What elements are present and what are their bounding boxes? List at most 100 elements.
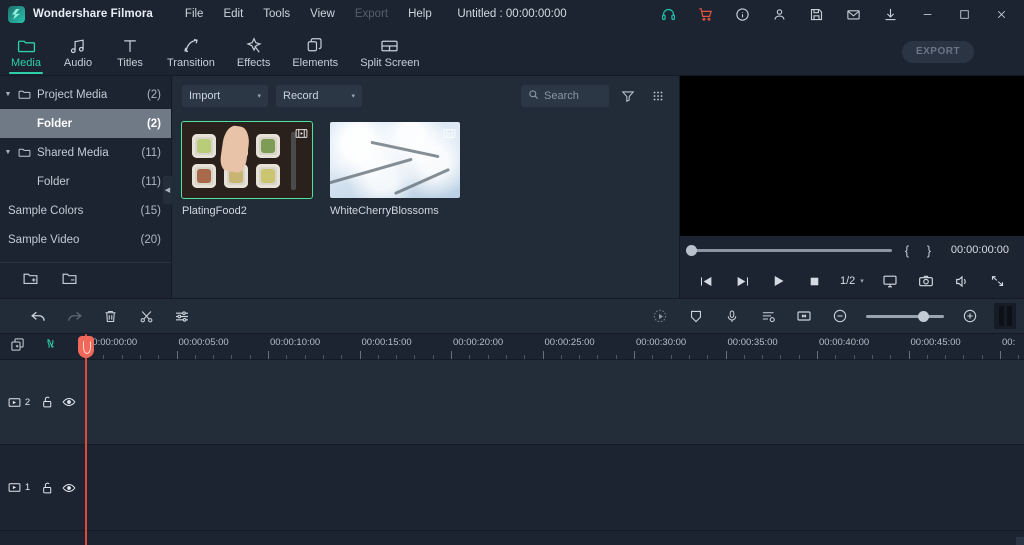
media-item-white-cherry-blossoms[interactable]: WhiteCherryBlossoms <box>330 122 460 217</box>
next-frame-button[interactable] <box>724 267 760 295</box>
track-clip-area[interactable] <box>78 445 1024 530</box>
playhead-handle[interactable] <box>78 336 94 358</box>
sidebar-item-project-folder[interactable]: Folder (2) <box>0 109 171 138</box>
title-bar: Wondershare Filmora File Edit Tools View… <box>0 0 1024 28</box>
zoom-out-button[interactable] <box>822 302 858 330</box>
render-bar-indicator[interactable] <box>994 303 1016 329</box>
chevron-down-icon[interactable]: ▼ <box>0 149 16 156</box>
sidebar-item-label: Folder <box>0 118 147 130</box>
screen-capture-button[interactable] <box>872 267 908 295</box>
media-thumbnail[interactable] <box>182 122 312 198</box>
play-button[interactable] <box>760 267 796 295</box>
audio-mixer-button[interactable] <box>750 302 786 330</box>
undo-button[interactable] <box>20 302 56 330</box>
info-icon[interactable] <box>724 0 761 28</box>
download-icon[interactable] <box>872 0 909 28</box>
voiceover-mic-button[interactable] <box>714 302 750 330</box>
add-folder-icon[interactable] <box>22 271 39 291</box>
sidebar-item-shared-media[interactable]: ▼ Shared Media (11) <box>0 138 171 167</box>
ruler-tick-minor <box>689 355 690 359</box>
chevron-down-icon[interactable]: ▼ <box>0 91 16 98</box>
mail-icon[interactable] <box>835 0 872 28</box>
headphone-support-icon[interactable] <box>650 0 687 28</box>
scrubber-handle[interactable] <box>686 245 697 256</box>
eye-icon[interactable] <box>60 391 78 413</box>
adjust-sliders-button[interactable] <box>164 302 200 330</box>
sidebar-item-label: Shared Media <box>37 147 141 159</box>
menu-edit[interactable]: Edit <box>213 4 253 24</box>
menu-view[interactable]: View <box>300 4 345 24</box>
sidebar-collapse-handle[interactable]: ◀ <box>163 176 172 204</box>
tab-split-screen[interactable]: Split Screen <box>349 28 430 76</box>
chevron-down-icon: ▾ <box>351 92 355 100</box>
media-thumbnail[interactable] <box>330 122 460 198</box>
timeline-zoom-slider[interactable] <box>866 315 944 318</box>
split-scissors-button[interactable] <box>128 302 164 330</box>
video-preview-screen[interactable] <box>680 76 1024 236</box>
tab-transition[interactable]: Transition <box>156 28 226 76</box>
split-screen-icon <box>380 35 399 54</box>
previous-frame-button[interactable] <box>688 267 724 295</box>
tab-audio[interactable]: Audio <box>52 28 104 76</box>
app-logo-area: Wondershare Filmora <box>0 6 153 23</box>
zoom-slider-handle[interactable] <box>918 311 929 322</box>
fit-timeline-button[interactable] <box>786 302 822 330</box>
eye-icon[interactable] <box>60 477 78 499</box>
tab-titles[interactable]: Titles <box>104 28 156 76</box>
remove-folder-icon[interactable] <box>61 271 78 291</box>
sidebar-item-sample-video[interactable]: Sample Video (20) <box>0 225 171 254</box>
zoom-in-button[interactable] <box>952 302 988 330</box>
timeline-ruler[interactable]: 00:00:00:0000:00:05:0000:00:10:0000:00:1… <box>78 334 1024 359</box>
sparkle-icon <box>245 35 263 54</box>
mark-in-button[interactable]: { <box>900 243 914 258</box>
shopping-cart-icon[interactable] <box>687 0 724 28</box>
unlock-icon[interactable] <box>38 477 56 499</box>
ruler-tick-minor <box>927 355 928 359</box>
ruler-tick-major <box>451 351 452 359</box>
menu-tools[interactable]: Tools <box>253 4 300 24</box>
delete-button[interactable] <box>92 302 128 330</box>
timeline-track-1[interactable]: 1 <box>0 445 1024 531</box>
filter-icon[interactable] <box>617 85 639 107</box>
tab-elements[interactable]: Elements <box>281 28 349 76</box>
mark-out-button[interactable]: } <box>922 243 936 258</box>
marker-button[interactable] <box>678 302 714 330</box>
ruler-tick-minor <box>250 355 251 359</box>
stop-button[interactable] <box>796 267 832 295</box>
close-icon[interactable] <box>983 0 1020 28</box>
ruler-tick-minor <box>963 355 964 359</box>
tab-effects[interactable]: Effects <box>226 28 281 76</box>
track-clip-area[interactable] <box>78 360 1024 444</box>
sidebar-item-sample-colors[interactable]: Sample Colors (15) <box>0 196 171 225</box>
timeline-playhead[interactable] <box>85 334 87 545</box>
media-item-plating-food[interactable]: PlatingFood2 <box>182 122 312 217</box>
grid-view-icon[interactable] <box>647 85 669 107</box>
sidebar-item-project-media[interactable]: ▼ Project Media (2) <box>0 80 171 109</box>
preview-scrubber[interactable] <box>688 249 892 252</box>
tab-split-screen-label: Split Screen <box>360 57 419 69</box>
playback-speed-dropdown[interactable]: 1/2 ▾ <box>834 275 870 287</box>
menu-help[interactable]: Help <box>398 4 442 24</box>
record-dropdown[interactable]: Record ▾ <box>276 85 362 107</box>
minimize-icon[interactable] <box>909 0 946 28</box>
fullscreen-button[interactable] <box>980 267 1016 295</box>
ruler-tick-minor <box>433 355 434 359</box>
sidebar-item-shared-folder[interactable]: Folder (11) <box>0 167 171 196</box>
ruler-tick-minor <box>982 355 983 359</box>
ruler-tick-minor <box>597 355 598 359</box>
import-dropdown[interactable]: Import ▾ <box>182 85 268 107</box>
unlock-icon[interactable] <box>38 391 56 413</box>
maximize-icon[interactable] <box>946 0 983 28</box>
account-icon[interactable] <box>761 0 798 28</box>
speed-button[interactable] <box>642 302 678 330</box>
menu-file[interactable]: File <box>175 4 214 24</box>
timeline-track-2[interactable]: 2 <box>0 360 1024 445</box>
add-track-icon[interactable] <box>10 337 25 357</box>
save-icon[interactable] <box>798 0 835 28</box>
snapshot-camera-button[interactable] <box>908 267 944 295</box>
volume-button[interactable] <box>944 267 980 295</box>
tab-media[interactable]: Media <box>0 28 52 76</box>
ruler-tick-minor <box>652 355 653 359</box>
link-markers-icon[interactable] <box>43 337 58 357</box>
search-input[interactable]: Search <box>521 85 609 107</box>
